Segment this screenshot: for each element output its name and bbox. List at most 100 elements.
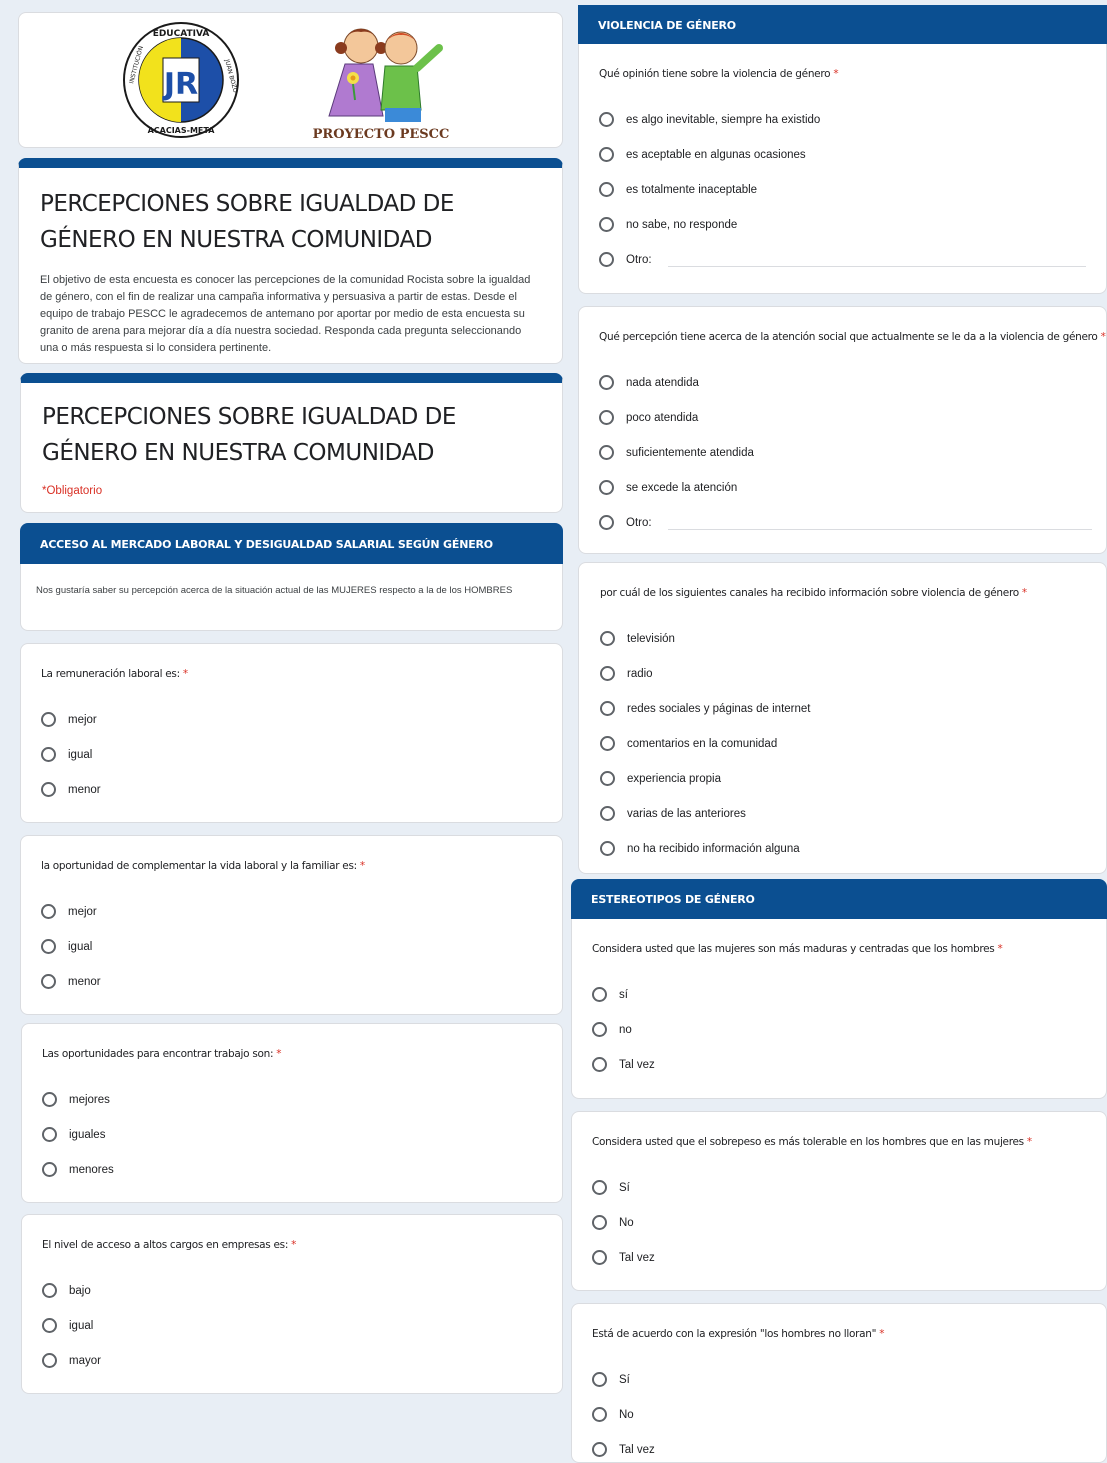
radio-circle[interactable]: [592, 1022, 607, 1037]
project-label: PROYECTO PESCC: [312, 127, 449, 142]
radio-option[interactable]: Sí: [592, 1170, 1096, 1205]
radio-circle[interactable]: [42, 1092, 57, 1107]
radio-circle[interactable]: [41, 782, 56, 797]
radio-option[interactable]: menor: [41, 964, 542, 999]
radio-circle[interactable]: [600, 701, 615, 716]
radio-circle[interactable]: [599, 445, 614, 460]
radio-circle[interactable]: [599, 375, 614, 390]
radio-option[interactable]: igual: [41, 737, 542, 772]
radio-circle[interactable]: [599, 252, 614, 267]
other-text-input[interactable]: [667, 252, 1086, 267]
radio-option[interactable]: Tal vez: [592, 1432, 1096, 1462]
question-title: la oportunidad de complementar la vida l…: [41, 860, 365, 872]
radio-circle[interactable]: [592, 1372, 607, 1387]
radio-option[interactable]: es aceptable en algunas ocasiones: [599, 137, 1096, 172]
radio-circle[interactable]: [592, 1407, 607, 1422]
radio-circle[interactable]: [41, 974, 56, 989]
radio-circle[interactable]: [592, 1180, 607, 1195]
svg-text:ACACIAS-META: ACACIAS-META: [147, 126, 215, 135]
question-title: Qué opinión tiene sobre la violencia de …: [599, 68, 839, 80]
radio-circle[interactable]: [600, 736, 615, 751]
radio-circle[interactable]: [599, 515, 614, 530]
radio-circle[interactable]: [600, 631, 615, 646]
radio-option[interactable]: varias de las anteriores: [600, 796, 1096, 831]
radio-option[interactable]: redes sociales y páginas de internet: [600, 691, 1096, 726]
radio-option[interactable]: televisión: [600, 621, 1096, 656]
radio-option-other[interactable]: Otro:: [599, 505, 1102, 540]
radio-circle[interactable]: [41, 904, 56, 919]
project-logo: PROYECTO PESCC: [301, 18, 461, 142]
svg-text:EDUCATIVA: EDUCATIVA: [152, 29, 209, 39]
radio-option[interactable]: igual: [42, 1308, 542, 1343]
radio-option[interactable]: no: [592, 1012, 1096, 1047]
radio-option[interactable]: experiencia propia: [600, 761, 1096, 796]
radio-circle[interactable]: [41, 747, 56, 762]
form-header-card: PERCEPCIONES SOBRE IGUALDAD DE GÉNERO EN…: [18, 158, 563, 364]
radio-option[interactable]: Sí: [592, 1362, 1096, 1397]
radio-option[interactable]: poco atendida: [599, 400, 1102, 435]
question-title: El nivel de acceso a altos cargos en emp…: [42, 1239, 297, 1251]
question-card: por cuál de los siguientes canales ha re…: [578, 562, 1107, 874]
radio-circle[interactable]: [41, 939, 56, 954]
other-text-input[interactable]: [667, 515, 1092, 530]
radio-option[interactable]: bajo: [42, 1273, 542, 1308]
radio-circle[interactable]: [42, 1318, 57, 1333]
radio-circle[interactable]: [592, 1250, 607, 1265]
radio-circle[interactable]: [42, 1127, 57, 1142]
radio-circle[interactable]: [42, 1353, 57, 1368]
radio-circle[interactable]: [599, 217, 614, 232]
required-note: *Obligatorio: [42, 485, 103, 497]
radio-option[interactable]: iguales: [42, 1117, 542, 1152]
radio-option[interactable]: menor: [41, 772, 542, 807]
radio-option[interactable]: igual: [41, 929, 542, 964]
radio-option[interactable]: Tal vez: [592, 1240, 1096, 1275]
radio-circle[interactable]: [600, 806, 615, 821]
radio-circle[interactable]: [599, 147, 614, 162]
radio-option[interactable]: No: [592, 1205, 1096, 1240]
radio-option[interactable]: comentarios en la comunidad: [600, 726, 1096, 761]
radio-circle[interactable]: [599, 182, 614, 197]
question-card: Está de acuerdo con la expresión "los ho…: [571, 1303, 1107, 1463]
section-header-labor: ACCESO AL MERCADO LABORAL Y DESIGUALDAD …: [20, 523, 563, 565]
question-card: la oportunidad de complementar la vida l…: [20, 835, 563, 1015]
radio-option[interactable]: mejores: [42, 1082, 542, 1117]
radio-circle[interactable]: [592, 987, 607, 1002]
radio-option[interactable]: mayor: [42, 1343, 542, 1378]
radio-option[interactable]: mejor: [41, 894, 542, 929]
radio-option[interactable]: no ha recibido información alguna: [600, 831, 1096, 866]
radio-option[interactable]: no sabe, no responde: [599, 207, 1096, 242]
radio-option-other[interactable]: Otro:: [599, 242, 1096, 277]
radio-option[interactable]: mejor: [41, 702, 542, 737]
question-card: La remuneración laboral es: * mejor igua…: [20, 643, 563, 823]
radio-circle[interactable]: [600, 771, 615, 786]
radio-option[interactable]: sí: [592, 977, 1096, 1012]
radio-option[interactable]: No: [592, 1397, 1096, 1432]
question-title: Considera usted que las mujeres son más …: [592, 943, 1003, 955]
radio-circle[interactable]: [599, 112, 614, 127]
question-title: Qué percepción tiene acerca de la atenci…: [599, 331, 1106, 343]
radio-option[interactable]: nada atendida: [599, 365, 1102, 400]
radio-option[interactable]: menores: [42, 1152, 542, 1187]
radio-option[interactable]: Tal vez: [592, 1047, 1096, 1082]
radio-circle[interactable]: [592, 1215, 607, 1230]
radio-circle[interactable]: [592, 1442, 607, 1457]
radio-circle[interactable]: [599, 480, 614, 495]
radio-circle[interactable]: [600, 666, 615, 681]
radio-circle[interactable]: [42, 1283, 57, 1298]
radio-circle[interactable]: [42, 1162, 57, 1177]
radio-circle[interactable]: [599, 410, 614, 425]
section-description: Nos gustaría saber su percepción acerca …: [36, 585, 513, 596]
section-header-stereotypes: ESTEREOTIPOS DE GÉNERO: [571, 879, 1107, 920]
radio-circle[interactable]: [41, 712, 56, 727]
question-card: Qué opinión tiene sobre la violencia de …: [578, 44, 1107, 294]
radio-option[interactable]: es totalmente inaceptable: [599, 172, 1096, 207]
radio-circle[interactable]: [592, 1057, 607, 1072]
radio-option[interactable]: se excede la atención: [599, 470, 1102, 505]
radio-circle[interactable]: [600, 841, 615, 856]
radio-option[interactable]: radio: [600, 656, 1096, 691]
radio-option[interactable]: suficientemente atendida: [599, 435, 1102, 470]
question-title: Las oportunidades para encontrar trabajo…: [42, 1048, 282, 1060]
form-title-2: PERCEPCIONES SOBRE IGUALDAD DE GÉNERO EN…: [42, 404, 456, 466]
question-title: Está de acuerdo con la expresión "los ho…: [592, 1328, 885, 1340]
radio-option[interactable]: es algo inevitable, siempre ha existido: [599, 102, 1096, 137]
